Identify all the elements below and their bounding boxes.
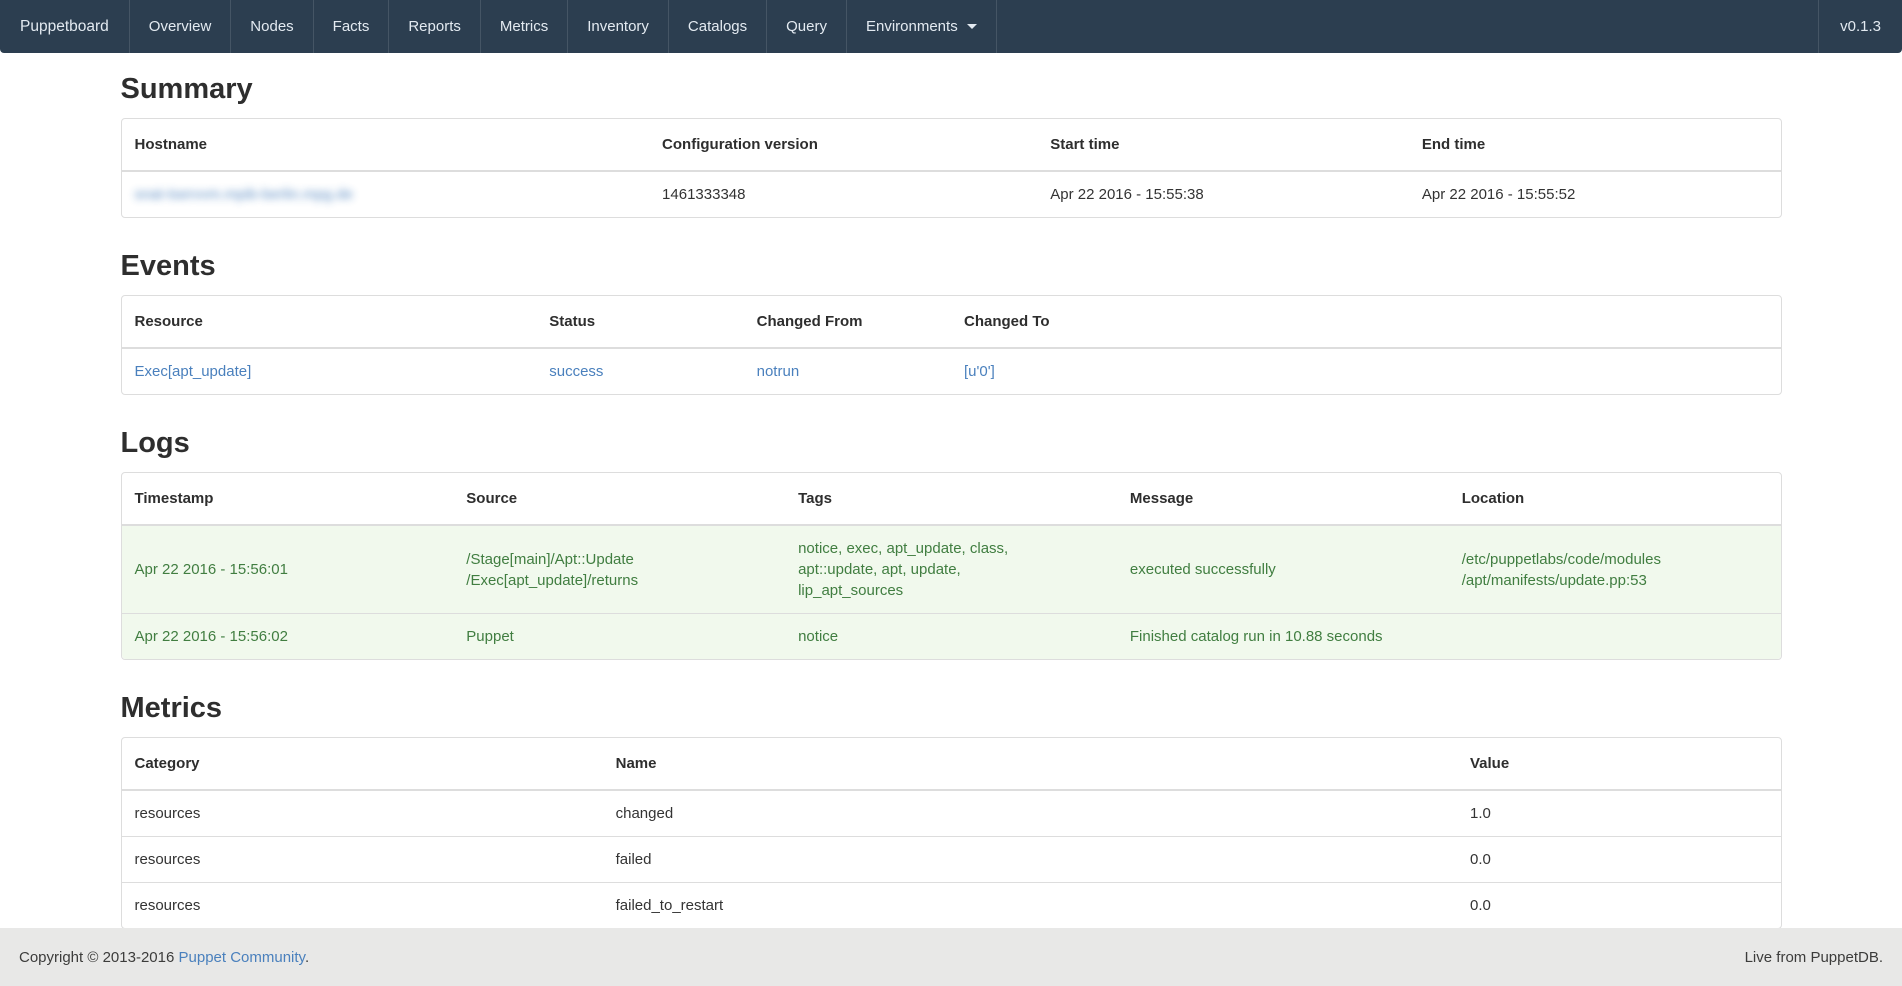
nav-dropdown-environments[interactable]: Environments bbox=[846, 0, 997, 53]
nav-item-overview[interactable]: Overview bbox=[129, 0, 231, 53]
log-message: Finished catalog run in 10.88 seconds bbox=[1117, 613, 1449, 659]
metrics-col-category: Category bbox=[122, 738, 603, 791]
logs-col-source: Source bbox=[453, 473, 785, 526]
summary-col-config-version: Configuration version bbox=[649, 119, 1037, 172]
logs-col-message: Message bbox=[1117, 473, 1449, 526]
nav-item-inventory[interactable]: Inventory bbox=[567, 0, 668, 53]
event-changed-from-link[interactable]: notrun bbox=[757, 363, 800, 380]
logs-section-title: Logs bbox=[121, 427, 1782, 459]
metrics-col-value: Value bbox=[1457, 738, 1781, 791]
metric-value: 1.0 bbox=[1457, 791, 1781, 836]
summary-header-row: Hostname Configuration version Start tim… bbox=[122, 119, 1781, 172]
nav-item-facts[interactable]: Facts bbox=[313, 0, 389, 53]
log-row: Apr 22 2016 - 15:56:02 Puppet notice Fin… bbox=[122, 613, 1781, 659]
log-source: /Stage[main]/Apt::Update /Exec[apt_updat… bbox=[453, 526, 785, 613]
events-table: Resource Status Changed From Changed To … bbox=[121, 295, 1782, 395]
puppetdb-status-text: Live from PuppetDB. bbox=[1745, 949, 1883, 966]
log-tags: notice bbox=[785, 613, 1117, 659]
main-content: Summary Hostname Configuration version S… bbox=[121, 73, 1782, 929]
hostname-link[interactable]: snat-tservvm.mpib-berlin.mpg.de bbox=[135, 186, 353, 203]
environments-dropdown-label: Environments bbox=[866, 18, 958, 35]
metric-name: changed bbox=[603, 791, 1457, 836]
metric-row: resources changed 1.0 bbox=[122, 791, 1781, 836]
log-location bbox=[1449, 613, 1781, 659]
metrics-header-row: Category Name Value bbox=[122, 738, 1781, 791]
log-message: executed successfully bbox=[1117, 526, 1449, 613]
metric-row: resources failed 0.0 bbox=[122, 836, 1781, 882]
logs-header-row: Timestamp Source Tags Message Location bbox=[122, 473, 1781, 526]
summary-col-end-time: End time bbox=[1409, 119, 1781, 172]
version-badge: v0.1.3 bbox=[1818, 0, 1902, 53]
metric-row: resources failed_to_restart 0.0 bbox=[122, 882, 1781, 928]
metric-category: resources bbox=[122, 882, 603, 928]
logs-col-tags: Tags bbox=[785, 473, 1117, 526]
metric-value: 0.0 bbox=[1457, 836, 1781, 882]
events-header-row: Resource Status Changed From Changed To bbox=[122, 296, 1781, 349]
event-row: Exec[apt_update] success notrun [u'0'] bbox=[122, 349, 1781, 394]
metric-category: resources bbox=[122, 836, 603, 882]
summary-table: Hostname Configuration version Start tim… bbox=[121, 118, 1782, 218]
log-location: /etc/puppetlabs/code/modules /apt/manife… bbox=[1449, 526, 1781, 613]
event-status-link[interactable]: success bbox=[549, 363, 603, 380]
log-source: Puppet bbox=[453, 613, 785, 659]
events-col-changed-to: Changed To bbox=[951, 296, 1781, 349]
events-col-changed-from: Changed From bbox=[744, 296, 951, 349]
page-footer: Copyright © 2013-2016 Puppet Community. … bbox=[0, 928, 1902, 986]
event-changed-to-link[interactable]: [u'0'] bbox=[964, 363, 995, 380]
metric-category: resources bbox=[122, 791, 603, 836]
log-row: Apr 22 2016 - 15:56:01 /Stage[main]/Apt:… bbox=[122, 526, 1781, 613]
metrics-col-name: Name bbox=[603, 738, 1457, 791]
logs-col-timestamp: Timestamp bbox=[122, 473, 454, 526]
start-time-value: Apr 22 2016 - 15:55:38 bbox=[1037, 172, 1409, 217]
end-time-value: Apr 22 2016 - 15:55:52 bbox=[1409, 172, 1781, 217]
events-section-title: Events bbox=[121, 250, 1782, 282]
copyright-prefix: Copyright © 2013-2016 bbox=[19, 949, 179, 966]
metrics-table: Category Name Value resources changed 1.… bbox=[121, 737, 1782, 929]
nav-item-catalogs[interactable]: Catalogs bbox=[668, 0, 766, 53]
summary-section-title: Summary bbox=[121, 73, 1782, 105]
metrics-section-title: Metrics bbox=[121, 692, 1782, 724]
log-timestamp: Apr 22 2016 - 15:56:01 bbox=[122, 526, 454, 613]
nav-item-metrics[interactable]: Metrics bbox=[480, 0, 567, 53]
metric-name: failed_to_restart bbox=[603, 882, 1457, 928]
log-timestamp: Apr 22 2016 - 15:56:02 bbox=[122, 613, 454, 659]
log-tags: notice, exec, apt_update, class, apt::up… bbox=[785, 526, 1117, 613]
navbar-brand[interactable]: Puppetboard bbox=[0, 0, 129, 53]
summary-col-start-time: Start time bbox=[1037, 119, 1409, 172]
summary-row: snat-tservvm.mpib-berlin.mpg.de 14613333… bbox=[122, 172, 1781, 217]
puppet-community-link[interactable]: Puppet Community bbox=[179, 949, 305, 966]
copyright-suffix: . bbox=[305, 949, 309, 966]
logs-table: Timestamp Source Tags Message Location A… bbox=[121, 472, 1782, 660]
event-resource-link[interactable]: Exec[apt_update] bbox=[135, 363, 252, 380]
logs-col-location: Location bbox=[1449, 473, 1781, 526]
events-col-status: Status bbox=[536, 296, 743, 349]
nav-item-nodes[interactable]: Nodes bbox=[230, 0, 312, 53]
nav-item-query[interactable]: Query bbox=[766, 0, 846, 53]
metric-name: failed bbox=[603, 836, 1457, 882]
caret-down-icon bbox=[967, 24, 977, 29]
copyright-text: Copyright © 2013-2016 Puppet Community. bbox=[19, 949, 309, 966]
top-navbar: Puppetboard Overview Nodes Facts Reports… bbox=[0, 0, 1902, 53]
config-version-value: 1461333348 bbox=[649, 172, 1037, 217]
nav-item-reports[interactable]: Reports bbox=[388, 0, 480, 53]
navbar-spacer bbox=[997, 0, 1818, 53]
summary-col-hostname: Hostname bbox=[122, 119, 650, 172]
events-col-resource: Resource bbox=[122, 296, 537, 349]
metric-value: 0.0 bbox=[1457, 882, 1781, 928]
